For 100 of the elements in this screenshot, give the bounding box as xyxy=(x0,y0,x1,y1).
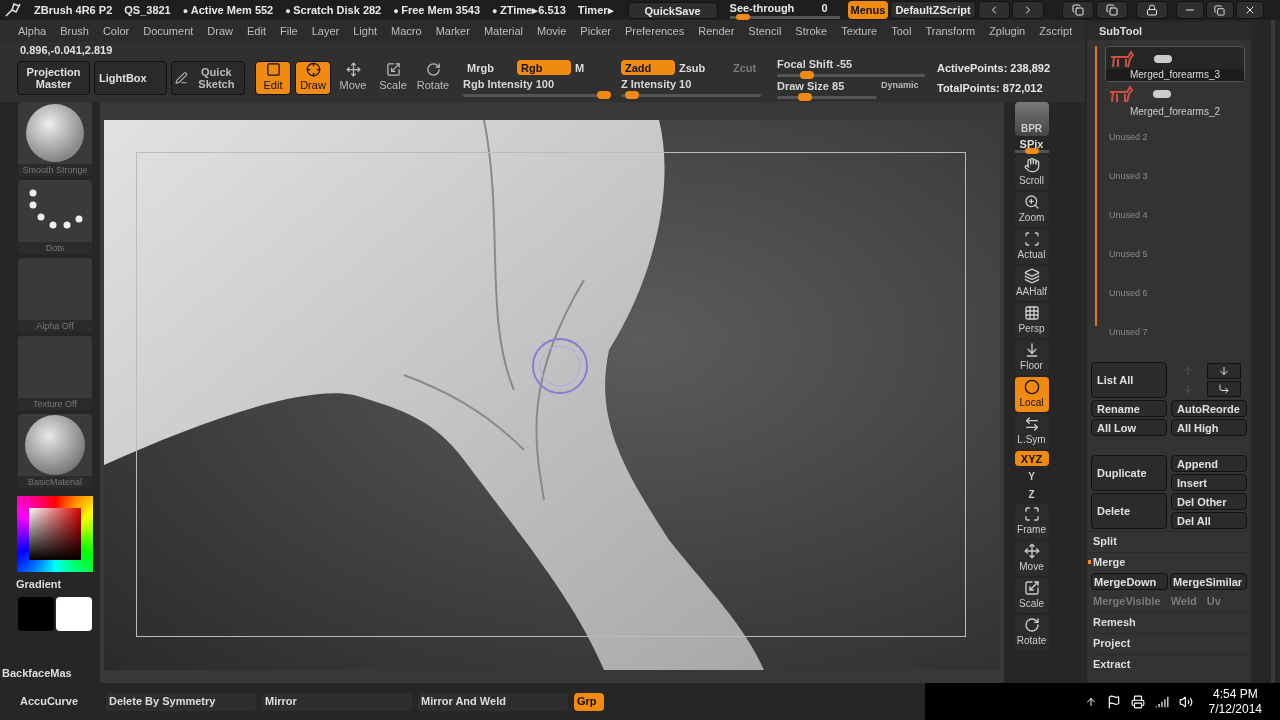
merge-button[interactable]: MergeDown xyxy=(1091,573,1168,590)
view-tool-button[interactable]: Local xyxy=(1014,377,1049,412)
visibility-toggle-icon[interactable] xyxy=(1153,90,1171,99)
signal-icon[interactable] xyxy=(1154,694,1169,709)
merge-button[interactable]: MergeSimilar xyxy=(1170,573,1247,590)
minimize-button[interactable] xyxy=(1175,1,1204,19)
xyz-toggle[interactable]: XYZ xyxy=(1014,451,1049,466)
slider-track[interactable] xyxy=(777,96,877,99)
lightbox-button[interactable]: LightBox xyxy=(94,61,167,95)
visibility-toggle-icon[interactable] xyxy=(1154,55,1172,63)
tool-button[interactable]: Scale xyxy=(375,61,411,95)
mirror-option-button[interactable]: Mirror xyxy=(262,692,412,711)
script-button[interactable]: DefaultZScript xyxy=(890,1,976,19)
menu-item[interactable]: Stroke xyxy=(795,22,828,40)
slider-thumb[interactable] xyxy=(625,90,640,99)
slider-track[interactable] xyxy=(729,15,840,19)
speaker-icon[interactable] xyxy=(1178,694,1193,709)
menu-item[interactable]: Texture xyxy=(841,22,878,40)
section-header[interactable]: Project xyxy=(1091,633,1247,652)
menu-item[interactable]: Transform xyxy=(925,22,976,40)
all-low-button[interactable]: All Low xyxy=(1091,419,1167,436)
slider-track[interactable] xyxy=(777,74,925,77)
flag-icon[interactable] xyxy=(1106,694,1121,709)
section-header[interactable]: Split xyxy=(1091,532,1117,550)
slider-track[interactable] xyxy=(1014,150,1049,153)
menu-item[interactable]: Document xyxy=(143,22,194,40)
viewport-canvas[interactable] xyxy=(104,120,1000,670)
menu-item[interactable]: Preferences xyxy=(624,22,685,40)
slider-track[interactable] xyxy=(621,93,761,97)
printer-icon[interactable] xyxy=(1130,694,1145,709)
color-picker[interactable] xyxy=(17,496,93,572)
list-all-button[interactable]: List All xyxy=(1091,362,1167,398)
menus-button[interactable]: Menus xyxy=(847,1,889,19)
menu-item[interactable]: Movie xyxy=(537,22,567,40)
backface-mask-button[interactable]: BackfaceMas xyxy=(2,664,72,681)
color-mode-button[interactable]: Mrgb xyxy=(463,59,517,75)
menu-item[interactable]: Brush xyxy=(60,22,89,40)
scroll-right-button[interactable] xyxy=(1011,1,1044,19)
primary-color-swatch[interactable] xyxy=(18,596,54,631)
tool-button[interactable]: Draw xyxy=(295,61,331,95)
mirror-option-button[interactable]: Mirror And Weld xyxy=(418,692,568,711)
menu-item[interactable]: Zscript xyxy=(1039,22,1073,40)
view-tool-button[interactable]: L.Sym xyxy=(1014,414,1049,449)
view-tool-button[interactable]: AAHalf xyxy=(1014,266,1049,301)
menu-item[interactable]: Material xyxy=(483,22,523,40)
tool-button[interactable]: Move xyxy=(335,61,371,95)
menu-item[interactable]: Marker xyxy=(435,22,470,40)
rename-button[interactable]: Rename xyxy=(1091,400,1167,417)
section-header[interactable]: Extract xyxy=(1091,654,1247,673)
color-mode-button[interactable]: M xyxy=(571,59,611,75)
menu-item[interactable]: Tool xyxy=(891,22,912,40)
del-all-button[interactable]: Del All xyxy=(1171,512,1247,529)
menu-item[interactable]: Color xyxy=(102,22,130,40)
slider-track[interactable] xyxy=(463,93,611,97)
scroll-left-button[interactable] xyxy=(977,1,1010,19)
axis-toggle[interactable]: Z xyxy=(1019,486,1044,502)
view-tool-button[interactable]: Frame xyxy=(1014,504,1049,539)
lock-button[interactable] xyxy=(1135,1,1168,19)
slider-thumb[interactable] xyxy=(736,13,751,20)
list-scrollbar[interactable] xyxy=(1095,46,1097,326)
append-button[interactable]: Append xyxy=(1171,455,1247,472)
menu-item[interactable]: Stencil xyxy=(748,22,782,40)
delete-button[interactable]: Delete xyxy=(1091,493,1167,529)
panel-title[interactable]: SubTool xyxy=(1087,22,1251,40)
subtool-item[interactable]: Merged_forearms_3 xyxy=(1105,46,1245,83)
view-tool-button[interactable]: Floor xyxy=(1014,340,1049,375)
gradient-label[interactable]: Gradient xyxy=(10,576,62,593)
view-tool-button[interactable]: Persp xyxy=(1014,303,1049,338)
duplicate-button[interactable]: Duplicate xyxy=(1091,455,1167,491)
mirror-option-button[interactable]: Grp xyxy=(574,692,604,711)
menu-item[interactable]: Picker xyxy=(580,22,611,40)
view-tool-button[interactable]: Scroll xyxy=(1014,155,1049,190)
tool-button[interactable]: Rotate xyxy=(415,61,451,95)
menu-item[interactable]: Macro xyxy=(391,22,422,40)
dynamic-toggle[interactable]: Dynamic xyxy=(881,79,919,93)
section-header[interactable]: Remesh xyxy=(1091,612,1247,631)
subtool-item[interactable]: Merged_forearms_2 xyxy=(1105,82,1245,118)
layout-button[interactable] xyxy=(1095,1,1128,19)
restore-button[interactable] xyxy=(1205,1,1234,19)
axis-toggle[interactable]: Y xyxy=(1019,468,1044,484)
view-tool-button[interactable]: Rotate xyxy=(1014,615,1049,650)
view-tool-button[interactable]: Scale xyxy=(1014,578,1049,613)
menu-item[interactable]: Layer xyxy=(311,22,340,40)
section-header[interactable]: Merge xyxy=(1091,553,1126,571)
clock-date[interactable]: 7/12/2014 xyxy=(1208,701,1262,717)
layout-button[interactable] xyxy=(1061,1,1094,19)
menu-item[interactable]: Edit xyxy=(247,22,266,40)
menu-item[interactable]: Render xyxy=(698,22,735,40)
slider-thumb[interactable] xyxy=(799,71,814,79)
quicksave-button[interactable]: QuickSave xyxy=(627,1,718,19)
tool-button[interactable]: Edit xyxy=(255,61,291,95)
move-down-button[interactable] xyxy=(1207,363,1241,379)
insert-button[interactable]: Insert xyxy=(1171,474,1247,491)
insert-below-button[interactable] xyxy=(1207,381,1241,397)
view-tool-button[interactable]: Move xyxy=(1014,541,1049,576)
secondary-color-swatch[interactable] xyxy=(56,596,92,631)
bpr-render-button[interactable]: BPR xyxy=(1014,102,1049,136)
view-tool-button[interactable]: Zoom xyxy=(1014,192,1049,227)
view-tool-button[interactable]: Actual xyxy=(1014,229,1049,264)
z-mode-button[interactable]: Zsub xyxy=(675,59,729,75)
